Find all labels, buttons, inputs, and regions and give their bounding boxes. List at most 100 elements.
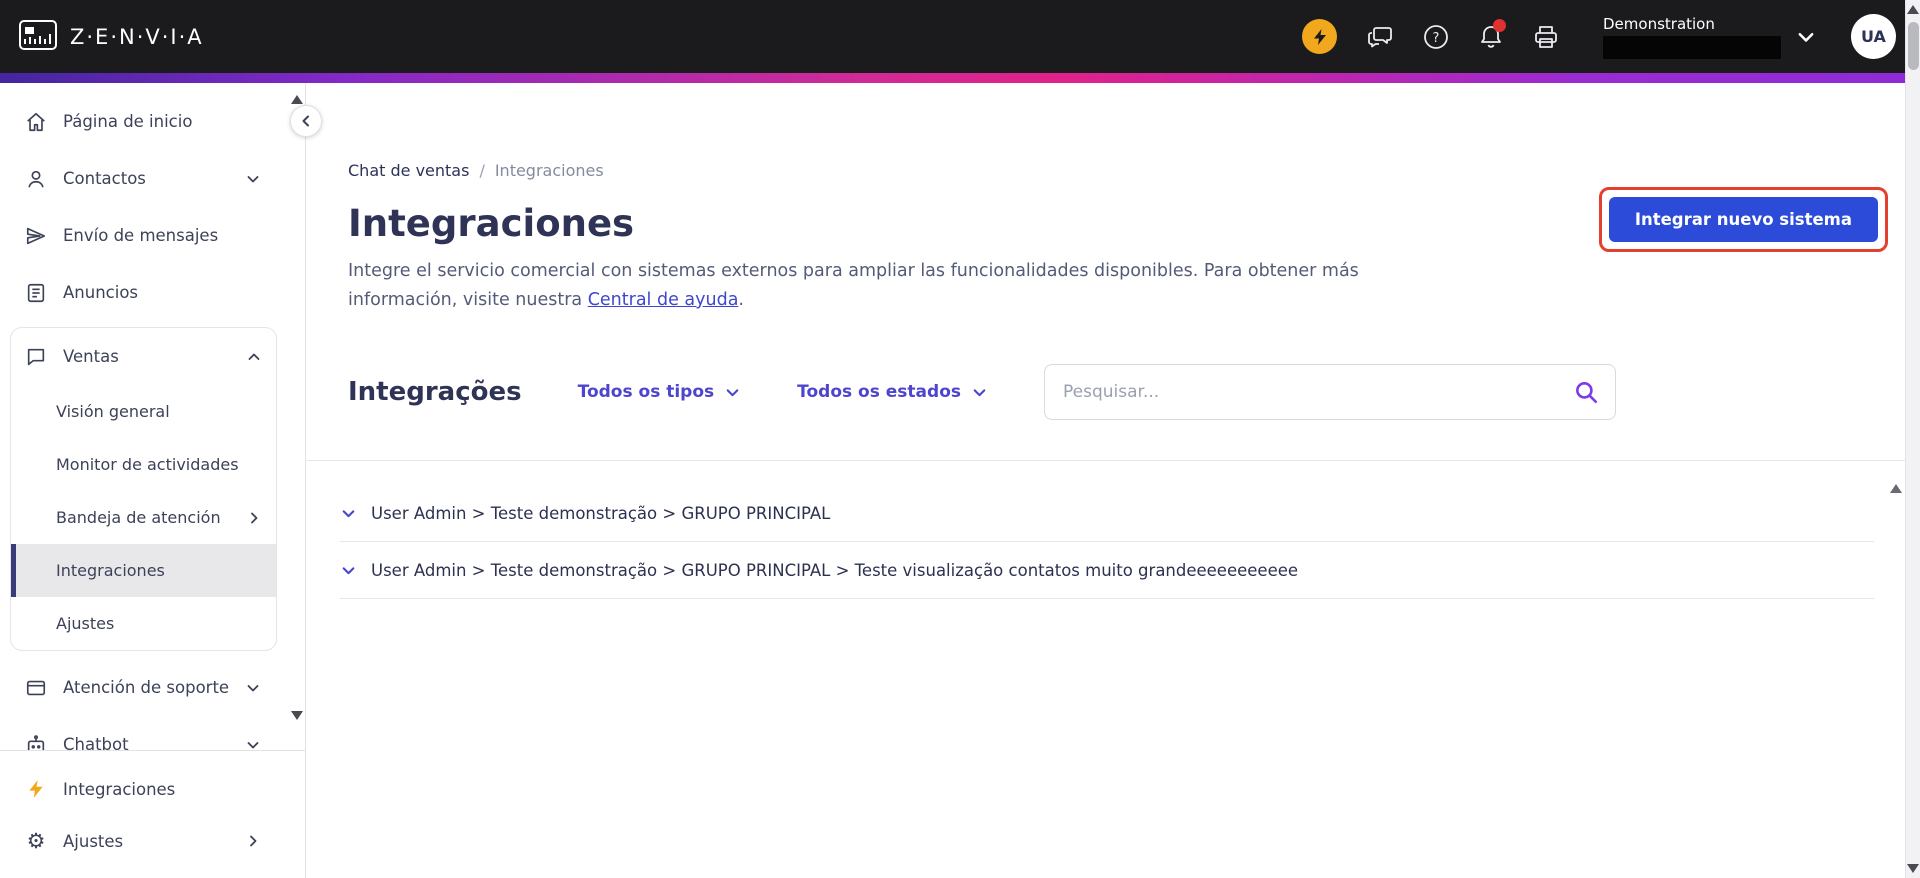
search-input[interactable]: [1063, 382, 1573, 402]
home-icon: [24, 110, 48, 134]
main-content: Chat de ventas / Integraciones Integraci…: [290, 83, 1920, 878]
sidebar: Página de inicio Contactos Envío de mens…: [0, 83, 306, 878]
sidebar-item-label: Integraciones: [63, 779, 176, 799]
sidebar-item-label: Ventas: [63, 347, 119, 366]
sidebar-item-label: Chatbot: [63, 735, 129, 750]
sidebar-subitem-label: Ajustes: [56, 614, 115, 633]
sidebar-item-label: Anuncios: [63, 283, 139, 302]
sidebar-subitem-settings[interactable]: Ajustes: [11, 597, 276, 650]
topbar-actions: ? Demonstration UA: [1302, 14, 1896, 59]
sidebar-item-label: Página de inicio: [63, 112, 193, 131]
new-integration-button[interactable]: Integrar nuevo sistema: [1608, 197, 1878, 242]
scroll-up-icon[interactable]: [1907, 5, 1919, 14]
filters-row: Integrações Todos os tipos Todos os esta…: [348, 364, 1874, 420]
sidebar-scroll-area: Página de inicio Contactos Envío de mens…: [0, 83, 305, 750]
integration-path: User Admin > Teste demonstração > GRUPO …: [371, 560, 1299, 580]
printer-icon[interactable]: [1533, 25, 1559, 49]
sidebar-subitem-activity-monitor[interactable]: Monitor de actividades: [11, 438, 276, 491]
chevron-down-icon: [245, 680, 261, 696]
type-filter-dropdown[interactable]: Todos os tipos: [578, 382, 742, 402]
list-scrollbar[interactable]: [1890, 465, 1904, 585]
sidebar-subitem-label: Visión general: [56, 402, 170, 421]
notification-dot: [1493, 18, 1506, 32]
chat-bubble-icon: [24, 345, 48, 369]
page-description: Integre el servicio comercial con sistem…: [348, 257, 1408, 315]
sidebar-item-label: Atención de soporte: [63, 678, 230, 697]
chevron-down-icon: [1795, 26, 1817, 48]
scrollbar-thumb[interactable]: [1908, 22, 1919, 70]
workspace-name: Demonstration: [1603, 14, 1715, 33]
help-icon[interactable]: ?: [1423, 24, 1449, 50]
sidebar-subitem-label: Monitor de actividades: [56, 455, 239, 474]
sidebar-item-integrations-global[interactable]: Integraciones: [0, 763, 305, 815]
sidebar-collapse-button[interactable]: [290, 105, 322, 137]
zenvia-logo-icon: [18, 19, 58, 55]
chevron-down-icon: [971, 384, 988, 401]
description-period: .: [738, 290, 744, 310]
search-box: [1044, 364, 1616, 420]
breadcrumb-separator: /: [479, 161, 485, 180]
conversations-icon[interactable]: [1367, 25, 1393, 49]
sidebar-subitem-inbox[interactable]: Bandeja de atención: [11, 491, 276, 544]
sidebar-item-label: Contactos: [63, 169, 146, 188]
contacts-icon: [24, 167, 48, 191]
sidebar-item-contacts[interactable]: Contactos: [0, 150, 305, 207]
sidebar-item-settings-global[interactable]: ⚙ Ajustes: [0, 815, 305, 867]
brand-text: Z·E·N·V·I·A: [70, 24, 204, 49]
sidebar-item-chatbot[interactable]: Chatbot: [0, 716, 305, 750]
sidebar-subitem-label: Integraciones: [56, 561, 165, 580]
redacted-text-block: [1603, 35, 1781, 59]
workspace-selector[interactable]: Demonstration: [1603, 15, 1817, 59]
breadcrumb-parent[interactable]: Chat de ventas: [348, 161, 469, 180]
sidebar-subitem-label: Bandeja de atención: [56, 508, 221, 527]
chevron-down-icon: [245, 171, 261, 187]
sidebar-item-sales[interactable]: Ventas: [11, 328, 276, 385]
support-desk-icon: [24, 676, 48, 700]
lightning-icon: [24, 777, 48, 801]
section-title: Integrações: [348, 377, 522, 407]
scroll-down-icon[interactable]: [1907, 864, 1919, 873]
integration-path: User Admin > Teste demonstração > GRUPO …: [371, 503, 831, 523]
user-avatar[interactable]: UA: [1851, 14, 1896, 59]
scroll-down-icon[interactable]: [291, 711, 303, 720]
annotation-highlight: Integrar nuevo sistema: [1598, 187, 1888, 252]
lightning-icon[interactable]: [1302, 19, 1337, 54]
status-filter-dropdown[interactable]: Todos os estados: [797, 382, 988, 402]
svg-text:?: ?: [1433, 31, 1440, 46]
chevron-right-icon: [245, 833, 261, 849]
chevron-down-icon: [724, 384, 741, 401]
page-scrollbar[interactable]: [1905, 0, 1920, 878]
chevron-left-icon: [298, 113, 314, 129]
search-icon[interactable]: [1573, 379, 1599, 405]
news-icon: [24, 281, 48, 305]
list-item[interactable]: User Admin > Teste demonstração > GRUPO …: [340, 485, 1874, 542]
integrations-list: User Admin > Teste demonstração > GRUPO …: [306, 461, 1920, 599]
sidebar-item-label: Envío de mensajes: [63, 226, 219, 245]
send-icon: [24, 224, 48, 248]
sidebar-subitem-integrations[interactable]: Integraciones: [11, 544, 276, 597]
chevron-down-icon[interactable]: [340, 562, 357, 579]
breadcrumb: Chat de ventas / Integraciones: [348, 161, 1874, 180]
sales-group: Ventas Visión general Monitor de activid…: [10, 327, 277, 651]
sidebar-item-announcements[interactable]: Anuncios: [0, 264, 305, 321]
scroll-up-icon[interactable]: [1890, 465, 1902, 493]
status-filter-label: Todos os estados: [797, 382, 961, 402]
chevron-down-icon[interactable]: [340, 505, 357, 522]
scroll-up-icon[interactable]: [291, 95, 303, 104]
help-center-link[interactable]: Central de ayuda: [588, 290, 739, 310]
sidebar-subitem-overview[interactable]: Visión general: [11, 385, 276, 438]
chevron-up-icon: [246, 349, 262, 365]
sidebar-item-messaging[interactable]: Envío de mensajes: [0, 207, 305, 264]
sidebar-item-support[interactable]: Atención de soporte: [0, 659, 305, 716]
brand[interactable]: Z·E·N·V·I·A: [18, 19, 204, 55]
breadcrumb-current: Integraciones: [494, 161, 604, 180]
sidebar-item-home[interactable]: Página de inicio: [0, 93, 305, 150]
type-filter-label: Todos os tipos: [577, 382, 715, 402]
sidebar-item-label: Ajustes: [63, 831, 124, 851]
chevron-down-icon: [245, 737, 261, 751]
sidebar-scrollbar[interactable]: [291, 83, 305, 750]
sidebar-bottom-section: Integraciones ⚙ Ajustes: [0, 750, 305, 877]
notifications-icon[interactable]: [1479, 18, 1506, 50]
list-item[interactable]: User Admin > Teste demonstração > GRUPO …: [340, 542, 1874, 599]
chevron-right-icon: [246, 510, 262, 526]
